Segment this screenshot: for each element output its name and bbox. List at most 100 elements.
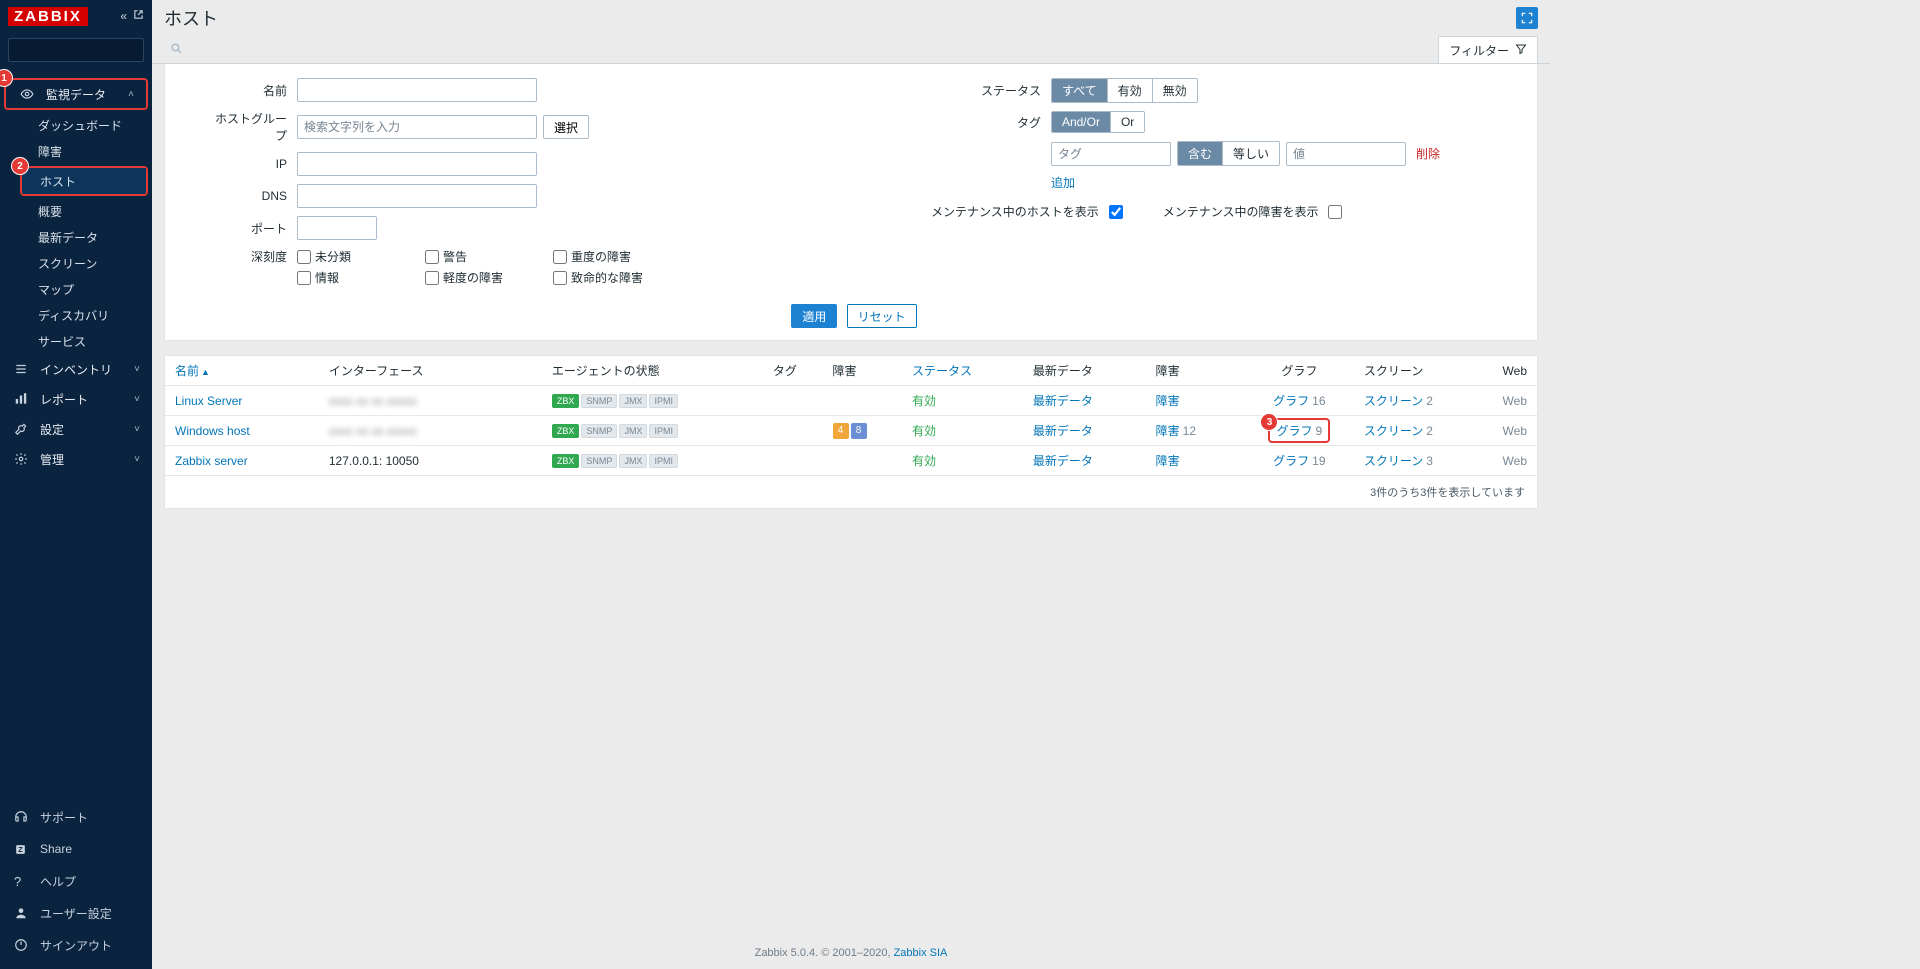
kiosk-button[interactable] [1516, 7, 1538, 29]
btn-reset[interactable]: リセット [847, 304, 917, 328]
input-ip[interactable] [297, 152, 537, 176]
link-latest[interactable]: 最新データ [1033, 394, 1093, 408]
severity-badge-orange: 4 [833, 423, 849, 439]
status-toggle[interactable]: すべて 有効 無効 [1051, 78, 1198, 103]
sev-2[interactable]: 重度の障害 [553, 248, 663, 265]
gear-icon [14, 452, 30, 466]
chk-maint-prob[interactable]: メンテナンス中の障害を表示 [1163, 203, 1343, 220]
link-screen[interactable]: スクリーン [1364, 424, 1423, 438]
nav-sub-services[interactable]: サービス [0, 328, 152, 354]
status-disabled[interactable]: 無効 [1153, 79, 1197, 102]
input-tag-name[interactable] [1051, 142, 1171, 166]
user-icon [14, 906, 30, 920]
link-graph[interactable]: グラフ [1273, 394, 1309, 408]
sidebar-bottom: サポート ZShare ?ヘルプ ユーザー設定 サインアウト [0, 801, 152, 961]
sev-3[interactable]: 情報 [297, 269, 407, 286]
label-tag: タグ [931, 114, 1051, 131]
link-problems[interactable]: 障害 [1156, 454, 1180, 468]
nav-sub-overview[interactable]: 概要 [0, 198, 152, 224]
th-screen: スクリーン [1354, 356, 1493, 386]
input-hostgroup[interactable] [297, 115, 537, 139]
nav-sub-hosts[interactable]: ホスト [22, 168, 146, 194]
link-tag-remove[interactable]: 削除 [1416, 145, 1440, 162]
btn-select-hostgroup[interactable]: 選択 [543, 115, 589, 139]
link-screen[interactable]: スクリーン [1364, 454, 1423, 468]
sev-0-label: 未分類 [315, 248, 351, 265]
share-icon: Z [14, 843, 30, 856]
nav-share[interactable]: ZShare [0, 833, 152, 865]
sev-5[interactable]: 致命的な障害 [553, 269, 663, 286]
host-name-link[interactable]: Zabbix server [175, 454, 248, 468]
link-problems[interactable]: 障害 [1156, 394, 1180, 408]
nav-admin[interactable]: 管理 ˅ [0, 444, 152, 474]
th-status[interactable]: ステータス [902, 356, 1023, 386]
input-name[interactable] [297, 78, 537, 102]
chk-maint-host[interactable]: メンテナンス中のホストを表示 [931, 203, 1123, 220]
nav-monitoring[interactable]: 監視データ ˄ [6, 80, 146, 108]
sidebar-popout-icon[interactable] [133, 9, 144, 23]
table-footer: 3件のうち3件を表示しています [165, 476, 1537, 508]
tag-equals[interactable]: 等しい [1223, 142, 1279, 165]
input-tag-value[interactable] [1286, 142, 1406, 166]
agent-badges: ZBXSNMPJMXIPMI [552, 394, 678, 408]
input-port[interactable] [297, 216, 377, 240]
chevron-down-icon: ˅ [134, 454, 140, 465]
link-latest[interactable]: 最新データ [1033, 424, 1093, 438]
th-name[interactable]: 名前▲ [165, 356, 319, 386]
tag-logic-toggle[interactable]: And/Or Or [1051, 111, 1145, 133]
nav-user[interactable]: ユーザー設定 [0, 897, 152, 929]
nav-inventory[interactable]: インベントリ ˅ [0, 354, 152, 384]
sidebar-search[interactable] [8, 38, 144, 62]
page-header: ホスト [152, 0, 1550, 36]
badge-ipmi: IPMI [649, 424, 678, 438]
filter-tab[interactable]: フィルター [1438, 36, 1538, 63]
sev-4[interactable]: 軽度の障害 [425, 269, 535, 286]
badge-snmp: SNMP [581, 424, 617, 438]
table-row: Linux Server xxxx xx xx xxxxx ZBXSNMPJMX… [165, 386, 1537, 416]
nav-config[interactable]: 設定 ˅ [0, 414, 152, 444]
help-icon: ? [14, 874, 30, 889]
input-dns[interactable] [297, 184, 537, 208]
nav-sub-latest[interactable]: 最新データ [0, 224, 152, 250]
btn-apply[interactable]: 適用 [791, 304, 837, 328]
chevron-down-icon: ˅ [134, 424, 140, 435]
sev-0[interactable]: 未分類 [297, 248, 407, 265]
nav-sub-dashboard[interactable]: ダッシュボード [0, 112, 152, 138]
sev-1[interactable]: 警告 [425, 248, 535, 265]
nav-reports[interactable]: レポート ˅ [0, 384, 152, 414]
status-all[interactable]: すべて [1052, 79, 1108, 102]
nav-signout[interactable]: サインアウト [0, 929, 152, 961]
tag-andor[interactable]: And/Or [1052, 112, 1111, 132]
link-screen[interactable]: スクリーン [1364, 394, 1423, 408]
host-name-link[interactable]: Windows host [175, 424, 250, 438]
tag-or[interactable]: Or [1111, 112, 1144, 132]
status-enabled[interactable]: 有効 [912, 454, 936, 468]
sidebar: ZABBIX « 1 監視データ ˄ [0, 0, 152, 969]
filter-col-right: ステータス すべて 有効 無効 タグ And/Or Or [931, 78, 1497, 294]
nav-support[interactable]: サポート [0, 801, 152, 833]
tag-contains[interactable]: 含む [1178, 142, 1223, 165]
interface-blurred: xxxx xx xx xxxxx [329, 394, 417, 408]
nav-sub-maps[interactable]: マップ [0, 276, 152, 302]
link-problems[interactable]: 障害 [1156, 424, 1180, 438]
badge-snmp: SNMP [581, 454, 617, 468]
sidebar-search-input[interactable] [15, 43, 170, 57]
sort-asc-icon: ▲ [201, 367, 210, 377]
logo[interactable]: ZABBIX [8, 7, 88, 26]
link-web: Web [1503, 454, 1527, 468]
footer-link[interactable]: Zabbix SIA [894, 947, 948, 959]
sidebar-collapse-icon[interactable]: « [120, 9, 127, 23]
status-enabled[interactable]: 有効 [1108, 79, 1153, 102]
nav-sub-discovery[interactable]: ディスカバリ [0, 302, 152, 328]
status-enabled[interactable]: 有効 [912, 394, 936, 408]
link-latest[interactable]: 最新データ [1033, 454, 1093, 468]
host-name-link[interactable]: Linux Server [175, 394, 242, 408]
page-title: ホスト [164, 5, 218, 31]
nav-sub-screens[interactable]: スクリーン [0, 250, 152, 276]
nav-help[interactable]: ?ヘルプ [0, 865, 152, 897]
link-tag-add[interactable]: 追加 [1051, 174, 1075, 191]
link-graph[interactable]: グラフ [1273, 454, 1309, 468]
status-enabled[interactable]: 有効 [912, 424, 936, 438]
severity-badge-blue: 8 [851, 423, 867, 439]
tag-mode-toggle[interactable]: 含む 等しい [1177, 141, 1280, 166]
